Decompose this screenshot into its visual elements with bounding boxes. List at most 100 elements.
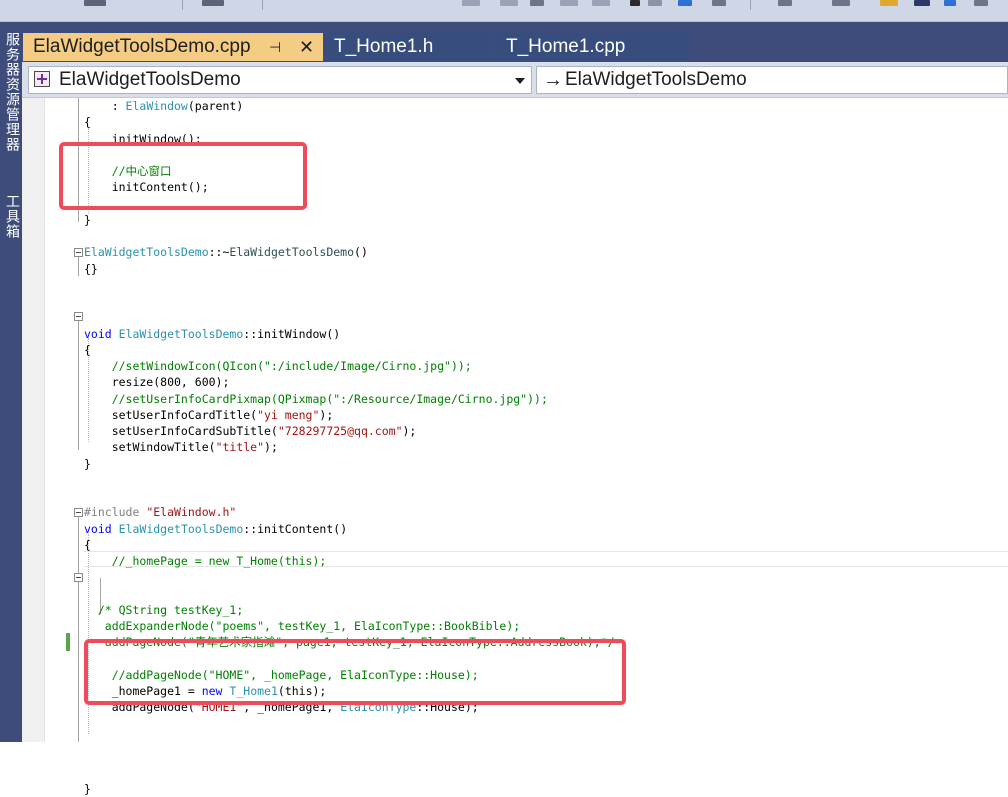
- code-line[interactable]: //setUserInfoCardPixmap(QPixmap(":/Resou…: [84, 391, 548, 407]
- fold-line: [78, 254, 79, 276]
- code-line[interactable]: /* QString testKey_1;: [84, 602, 243, 618]
- toolbar-button[interactable]: [462, 0, 480, 6]
- toolbar-button[interactable]: [84, 0, 106, 6]
- code-token: //_homePage = new T_Home(this);: [84, 554, 327, 568]
- code-line[interactable]: setUserInfoCardTitle("yi meng");: [84, 407, 334, 423]
- annotation-box-init-content: [59, 142, 307, 210]
- arrow-right-icon: →: [543, 69, 563, 91]
- code-line[interactable]: void ElaWidgetToolsDemo::initContent(): [84, 521, 347, 537]
- close-icon[interactable]: ✕: [299, 33, 314, 61]
- editor-margin-divider: [44, 98, 45, 742]
- collapse-toggle[interactable]: [74, 573, 83, 582]
- toolbar-button[interactable]: [914, 0, 930, 6]
- code-token: );: [264, 440, 278, 455]
- side-tab-server-explorer[interactable]: 服务器资源管理器: [0, 32, 22, 152]
- separator-line: [84, 551, 1008, 552]
- code-token: /* QString testKey_1;: [84, 602, 244, 617]
- code-token: (parent): [187, 99, 244, 113]
- document-tab-strip: ElaWidgetToolsDemo.cpp ⊣ ✕ T_Home1.h T_H…: [22, 22, 1008, 62]
- code-token: resize(800, 600);: [84, 375, 230, 390]
- member-combo-value: ElaWidgetToolsDemo: [565, 69, 747, 90]
- folder-icon[interactable]: [880, 0, 898, 6]
- code-line[interactable]: #include "ElaWindow.h": [84, 504, 236, 520]
- toolbar-button[interactable]: [500, 0, 518, 6]
- toolbar-button[interactable]: [944, 0, 956, 6]
- toolbar-button[interactable]: [560, 0, 578, 6]
- code-line[interactable]: {: [84, 114, 91, 130]
- code-token: ElaWidgetToolsDemo: [118, 326, 244, 341]
- code-line[interactable]: }: [84, 456, 91, 472]
- pin-icon[interactable]: ⊣: [269, 33, 281, 61]
- code-line[interactable]: //_homePage = new T_Home(this);: [84, 553, 327, 569]
- code-token: }: [84, 781, 91, 796]
- collapse-toggle[interactable]: [74, 508, 83, 517]
- toolbar-button[interactable]: [778, 0, 792, 6]
- code-token: #include: [84, 505, 140, 520]
- code-token: void: [84, 521, 112, 536]
- toolbar-separator: [262, 0, 263, 10]
- code-token: "title": [215, 440, 265, 455]
- code-token: void: [84, 326, 112, 341]
- code-line[interactable]: resize(800, 600);: [84, 374, 230, 390]
- tab-elawidgettoolsdemo-cpp[interactable]: ElaWidgetToolsDemo.cpp ⊣ ✕: [23, 33, 323, 61]
- collapse-toggle[interactable]: [74, 248, 83, 257]
- tab-label: T_Home1.cpp: [506, 36, 626, 57]
- side-tab-toolbox[interactable]: 工具箱: [0, 194, 22, 239]
- toolbar-dropdown-icon[interactable]: [630, 0, 640, 6]
- code-token: }: [84, 212, 91, 227]
- code-token: setWindowTitle(: [84, 440, 216, 455]
- toolbar-button[interactable]: [592, 0, 610, 6]
- code-token: ElaWidgetToolsDemo: [84, 245, 209, 260]
- code-line[interactable]: {: [84, 537, 91, 553]
- toolbar: [0, 0, 1008, 22]
- code-line[interactable]: addExpanderNode("poems", testKey_1, ElaI…: [84, 618, 520, 634]
- code-token: setUserInfoCardTitle(: [84, 407, 258, 422]
- code-token: ElaWidgetToolsDemo: [229, 245, 355, 260]
- scope-combo[interactable]: ElaWidgetToolsDemo: [28, 66, 532, 94]
- code-token: {}: [84, 261, 98, 276]
- code-line[interactable]: ElaWidgetToolsDemo::~ElaWidgetToolsDemo(…: [84, 244, 368, 260]
- toolbar-button[interactable]: [648, 0, 662, 6]
- toolbar-separator: [182, 0, 183, 10]
- member-combo[interactable]: → ElaWidgetToolsDemo: [536, 66, 1008, 94]
- fold-line: [78, 516, 79, 742]
- tab-t-home1-cpp[interactable]: T_Home1.cpp: [496, 33, 688, 61]
- toolbar-button[interactable]: [832, 0, 850, 6]
- code-token: addExpanderNode("poems", testKey_1, ElaI…: [84, 619, 521, 633]
- code-line[interactable]: }: [84, 212, 91, 228]
- code-token: ::initContent(): [243, 521, 348, 536]
- code-token: ::initWindow(): [243, 326, 341, 341]
- chevron-down-icon[interactable]: [515, 78, 525, 84]
- code-token: (): [354, 245, 368, 260]
- code-line[interactable]: : ElaWindow(parent): [84, 98, 244, 114]
- code-token: {: [84, 537, 91, 552]
- code-token: ElaWindow: [125, 99, 188, 113]
- editor-left-margin: [22, 98, 44, 742]
- code-token: //setUserInfoCardPixmap(QPixmap(":/Resou…: [84, 391, 548, 406]
- code-editor[interactable]: : ElaWindow(parent){ initWindow(); //中心窗…: [22, 98, 1008, 796]
- code-line[interactable]: {}: [84, 261, 98, 277]
- code-line[interactable]: setWindowTitle("title");: [84, 439, 278, 455]
- scope-combo-value: ElaWidgetToolsDemo: [59, 69, 241, 90]
- code-token: ::~: [208, 245, 230, 260]
- code-line[interactable]: {: [84, 342, 91, 358]
- code-line[interactable]: void ElaWidgetToolsDemo::initWindow(): [84, 326, 340, 342]
- code-line[interactable]: //setWindowIcon(QIcon(":/include/Image/C…: [84, 358, 472, 374]
- code-line[interactable]: setUserInfoCardSubTitle("728297725@qq.co…: [84, 423, 417, 439]
- toolbar-button[interactable]: [712, 0, 726, 6]
- code-token: "yi meng": [257, 407, 320, 422]
- tool-window-side-panel: 服务器资源管理器 工具箱: [0, 22, 22, 742]
- toolbar-separator: [750, 0, 751, 10]
- toolbar-button[interactable]: [678, 0, 692, 6]
- code-token: {: [84, 115, 91, 130]
- tab-t-home1-h[interactable]: T_Home1.h: [324, 33, 494, 61]
- code-line[interactable]: }: [84, 781, 91, 797]
- toolbar-button[interactable]: [202, 0, 224, 6]
- code-token: //setWindowIcon(QIcon(":/include/Image/C…: [84, 359, 472, 373]
- toolbar-button[interactable]: [530, 0, 544, 6]
- fold-line: [78, 320, 79, 450]
- collapse-toggle[interactable]: [74, 312, 83, 321]
- toolbar-button[interactable]: [974, 0, 988, 6]
